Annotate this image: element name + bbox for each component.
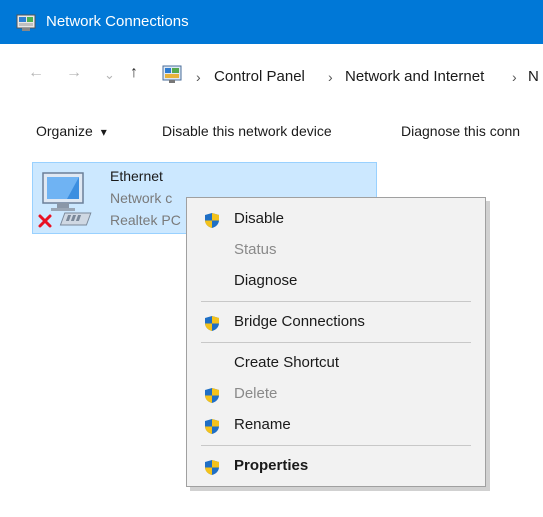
connection-status: Network c (110, 190, 173, 206)
disconnected-status-icon (37, 213, 53, 232)
menu-separator (201, 445, 471, 446)
up-arrow-icon[interactable]: ↑ (130, 64, 138, 82)
menu-item-label: Disable (234, 210, 285, 227)
address-bar: ← → ⌄ ↑ › Control Panel › Network and In… (0, 44, 543, 108)
network-connections-icon (16, 14, 36, 35)
organize-label: Organize (36, 123, 93, 139)
uac-shield-icon (204, 211, 220, 239)
menu-item-diagnose[interactable]: Diagnose (187, 267, 485, 295)
diagnose-connection-button[interactable]: Diagnose this conn (401, 122, 520, 140)
chevron-down-icon: ▾ (100, 125, 107, 139)
menu-item-label: Rename (234, 416, 291, 433)
connection-adapter: Realtek PC (110, 212, 181, 228)
menu-item-delete: Delete (187, 380, 485, 408)
menu-separator (201, 342, 471, 343)
breadcrumb-network-connections[interactable]: N (528, 68, 539, 86)
context-menu: Disable Status Diagnose Bridge Connectio… (186, 197, 486, 487)
connection-name: Ethernet (110, 168, 163, 184)
breadcrumb-separator: › (328, 69, 333, 85)
menu-item-label: Create Shortcut (234, 354, 340, 371)
menu-item-create-shortcut[interactable]: Create Shortcut (187, 349, 485, 377)
organize-button[interactable]: Organize ▾ (36, 122, 107, 141)
menu-item-label: Diagnose (234, 272, 298, 289)
menu-item-label: Bridge Connections (234, 313, 365, 330)
menu-item-label: Properties (234, 457, 309, 474)
breadcrumb-network-and-internet[interactable]: Network and Internet (345, 68, 484, 86)
menu-item-bridge-connections[interactable]: Bridge Connections (187, 308, 485, 336)
breadcrumb-control-panel[interactable]: Control Panel (214, 68, 305, 86)
menu-item-properties[interactable]: Properties (187, 452, 485, 480)
window-title: Network Connections (46, 13, 189, 30)
back-arrow-icon[interactable]: ← (28, 64, 44, 82)
control-panel-icon (162, 65, 184, 88)
breadcrumb-separator: › (512, 69, 517, 85)
breadcrumb-separator: › (196, 69, 201, 85)
menu-item-disable[interactable]: Disable (187, 205, 485, 233)
menu-item-rename[interactable]: Rename (187, 411, 485, 439)
uac-shield-icon (204, 314, 220, 342)
menu-item-status: Status (187, 236, 485, 264)
disable-network-device-button[interactable]: Disable this network device (162, 122, 332, 140)
menu-item-label: Status (234, 241, 277, 258)
command-bar: Organize ▾ Disable this network device D… (0, 108, 543, 152)
forward-arrow-icon[interactable]: → (66, 64, 82, 82)
uac-shield-icon (204, 386, 220, 414)
uac-shield-icon (204, 458, 220, 486)
uac-shield-icon (204, 417, 220, 445)
recent-locations-icon[interactable]: ⌄ (104, 66, 115, 84)
title-bar: Network Connections (0, 0, 543, 44)
menu-separator (201, 301, 471, 302)
menu-item-label: Delete (234, 385, 278, 402)
